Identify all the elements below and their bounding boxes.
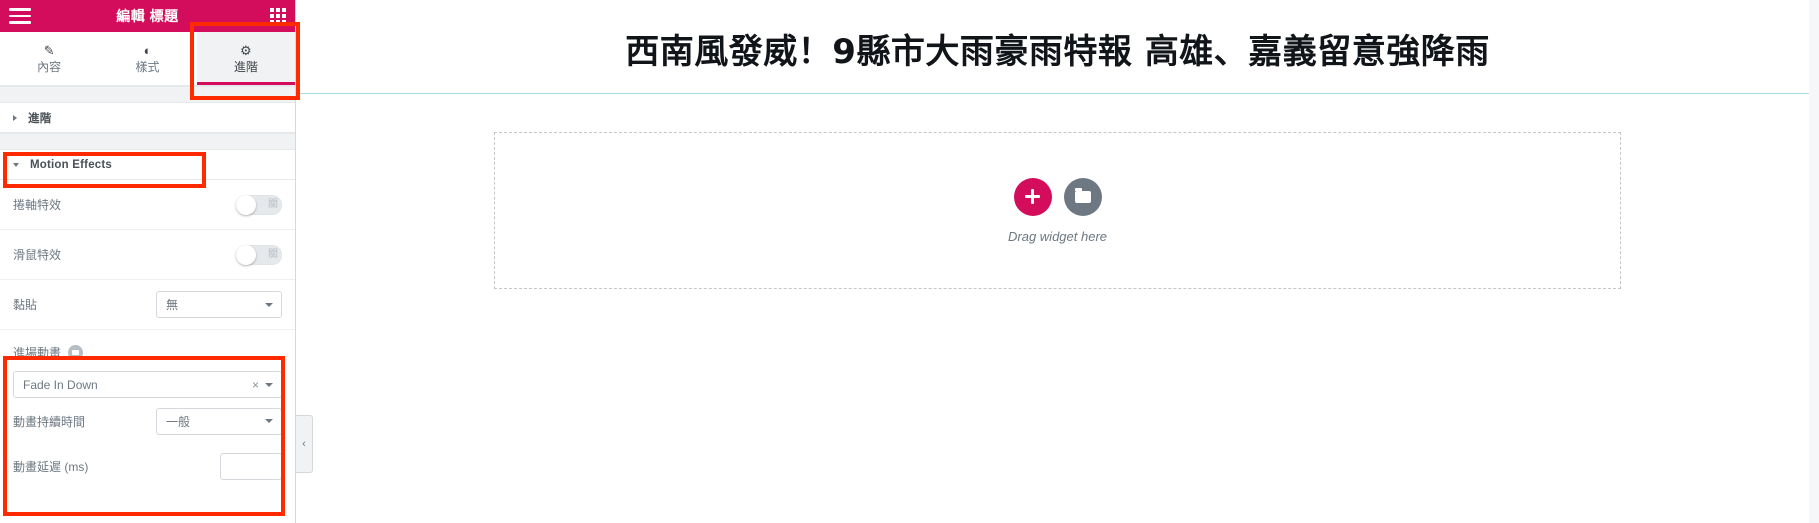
plus-icon (1025, 189, 1040, 204)
scroll-effects-state: 關 (268, 198, 278, 210)
entrance-animation-value: Fade In Down (23, 377, 98, 392)
tooltip-icon[interactable] (68, 345, 84, 360)
toggle-knob (236, 194, 256, 215)
page-scrollbar[interactable] (1809, 0, 1819, 523)
folder-icon (1074, 187, 1091, 203)
entrance-animation-label-wrap: 進場動畫 (13, 344, 282, 361)
section-advanced-label: 進階 (28, 112, 52, 125)
section-advanced[interactable]: 進階 (0, 103, 295, 133)
tab-style[interactable]: ◐ 樣式 (98, 32, 197, 85)
animation-duration-select[interactable]: 一般 (156, 407, 282, 435)
panel-header: 編輯 標題 (0, 0, 295, 32)
animation-duration-label: 動畫持續時間 (13, 414, 86, 429)
dropzone-label: Drag widget here (1008, 228, 1107, 244)
row-animation-duration: 動畫持續時間 一般 (0, 398, 295, 444)
mouse-effects-label: 滑鼠特效 (13, 248, 62, 262)
row-mouse-effects: 滑鼠特效 關 (0, 230, 295, 280)
field-entrance-animation: 進場動畫 Fade In Down × (0, 330, 295, 398)
tab-advanced[interactable]: ⚙ 進階 (196, 32, 296, 85)
dropzone-buttons (1013, 177, 1102, 216)
row-sticky: 黏貼 無 (0, 280, 295, 330)
preview-canvas: 西南風發威！9縣市大雨豪雨特報 高雄、嘉義留意強降雨 Drag widget h… (296, 0, 1819, 523)
section-divider-top (0, 86, 295, 103)
widget-dropzone[interactable]: Drag widget here (494, 132, 1621, 289)
chevron-down-icon (265, 302, 273, 307)
scroll-effects-toggle[interactable]: 關 (236, 194, 282, 215)
hamburger-icon[interactable] (9, 8, 31, 24)
toggle-knob (236, 244, 256, 265)
tab-style-label: 樣式 (135, 59, 160, 74)
chevron-down-icon (265, 419, 273, 423)
tab-advanced-label: 進階 (233, 59, 258, 74)
sticky-value: 無 (166, 298, 179, 312)
chevron-down-icon (265, 382, 273, 387)
animation-duration-value: 一般 (166, 414, 191, 429)
chevron-right-icon (13, 114, 17, 121)
pencil-icon: ✎ (43, 42, 55, 58)
add-widget-button[interactable] (1013, 177, 1052, 216)
entrance-animation-label: 進場動畫 (13, 346, 62, 360)
gear-icon: ⚙ (239, 42, 252, 58)
mouse-effects-toggle[interactable]: 關 (236, 244, 282, 265)
entrance-animation-select[interactable]: Fade In Down × (13, 371, 282, 398)
sticky-label: 黏貼 (13, 298, 38, 312)
clear-icon[interactable]: × (252, 379, 259, 391)
mouse-effects-state: 關 (268, 248, 278, 260)
row-animation-delay: 動畫延遲 (ms) (0, 444, 295, 488)
section-motion-effects[interactable]: Motion Effects (0, 150, 295, 180)
panel-tabs: ✎ 內容 ◐ 樣式 ⚙ 進階 (0, 32, 296, 86)
tab-content-label: 內容 (37, 59, 62, 74)
editor-panel: 編輯 標題 ✎ 內容 ◐ 樣式 ⚙ 進階 進階 Motion Effects 捲… (0, 0, 296, 523)
animation-delay-label: 動畫延遲 (ms) (13, 459, 89, 474)
add-template-button[interactable] (1063, 177, 1102, 216)
grid-icon[interactable] (270, 8, 286, 24)
animation-delay-input[interactable] (220, 452, 282, 480)
scroll-effects-label: 捲軸特效 (13, 198, 62, 212)
panel-title: 編輯 標題 (116, 8, 179, 24)
page-title: 西南風發威！9縣市大雨豪雨特報 高雄、嘉義留意強降雨 (296, 0, 1819, 94)
panel-collapse-handle[interactable]: ‹ (296, 415, 313, 473)
section-motion-effects-label: Motion Effects (30, 158, 113, 171)
section-divider-mid (0, 133, 295, 150)
chevron-left-icon: ‹ (302, 437, 306, 450)
contrast-icon: ◐ (143, 42, 152, 58)
sticky-select[interactable]: 無 (156, 291, 282, 318)
tab-content[interactable]: ✎ 內容 (0, 32, 99, 85)
chevron-down-icon (13, 162, 19, 167)
row-scroll-effects: 捲軸特效 關 (0, 180, 295, 230)
